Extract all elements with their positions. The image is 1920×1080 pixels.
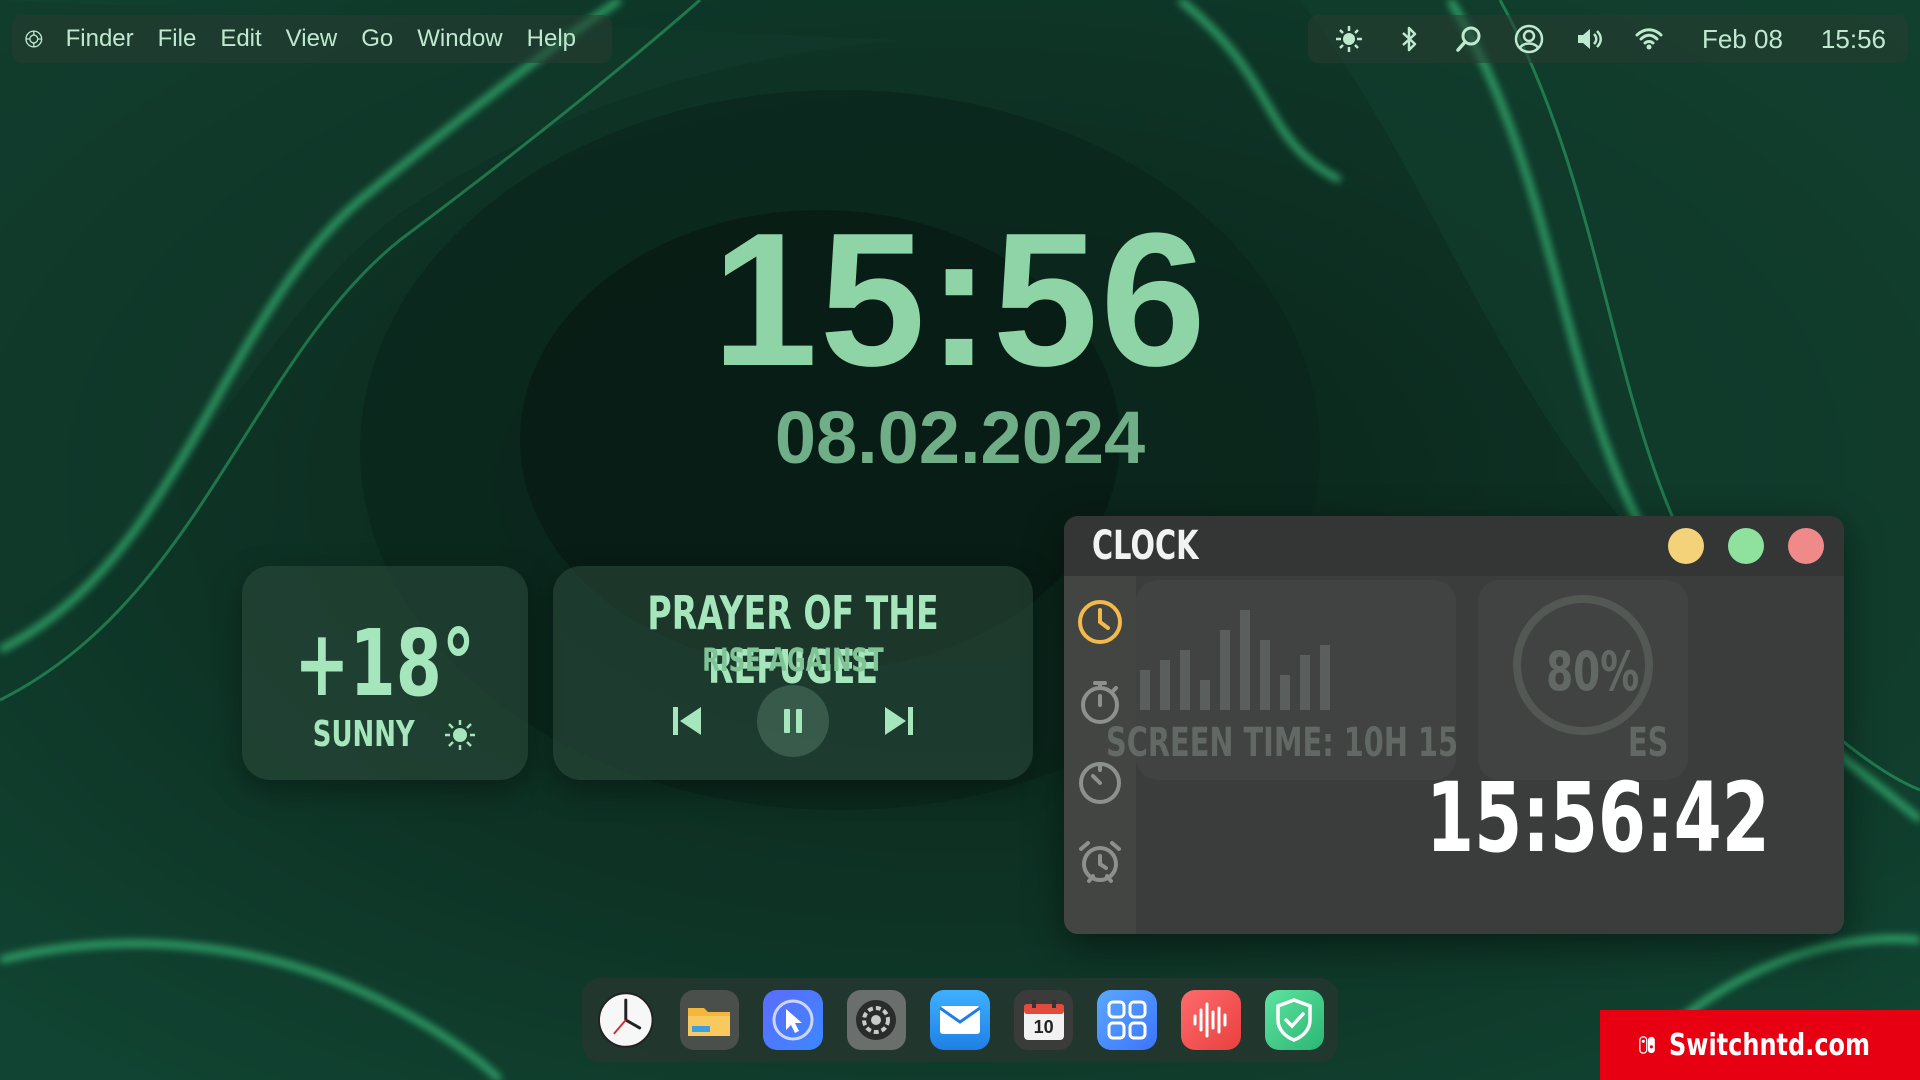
music-player-widget: PRAYER OF THE REFUGEE RISE AGAINST bbox=[553, 566, 1033, 780]
calendar-day: 10 bbox=[1033, 1016, 1054, 1037]
apps-grid-icon[interactable] bbox=[1097, 990, 1157, 1050]
bluetooth-icon[interactable] bbox=[1394, 24, 1424, 54]
skip-forward-icon bbox=[885, 707, 913, 735]
wifi-icon[interactable] bbox=[1634, 24, 1664, 54]
menubar-date[interactable]: Feb 08 bbox=[1702, 24, 1783, 55]
menubar-time[interactable]: 15:56 bbox=[1821, 24, 1886, 55]
volume-icon[interactable] bbox=[1574, 24, 1604, 54]
pause-button[interactable] bbox=[757, 685, 829, 757]
menu-file[interactable]: File bbox=[158, 25, 197, 53]
screen-time-ghost-text: SCREEN TIME: 10H 15 bbox=[1106, 720, 1459, 766]
settings-app-icon[interactable] bbox=[846, 990, 907, 1050]
clock-window-time: 15:56:42 bbox=[1426, 762, 1770, 874]
close-button[interactable] bbox=[1788, 528, 1824, 564]
menu-go[interactable]: Go bbox=[361, 25, 393, 53]
weather-condition: SUNNY bbox=[313, 714, 415, 755]
minimize-button[interactable] bbox=[1668, 528, 1704, 564]
mail-app-icon[interactable] bbox=[930, 990, 990, 1050]
dock: 10 bbox=[582, 978, 1338, 1062]
maximize-button[interactable] bbox=[1728, 528, 1764, 564]
sun-icon bbox=[444, 719, 475, 750]
skip-back-icon bbox=[673, 707, 701, 735]
clock-window-titlebar[interactable]: CLOCK bbox=[1064, 516, 1844, 576]
weather-temperature: +18° bbox=[294, 610, 476, 717]
desktop-clock-date: 08.02.2024 bbox=[774, 396, 1146, 479]
switch-logo-icon bbox=[1639, 1036, 1655, 1054]
menubar-right: Feb 08 15:56 bbox=[1308, 15, 1908, 63]
browser-app-icon[interactable] bbox=[763, 990, 823, 1050]
menu-finder[interactable]: Finder bbox=[66, 25, 134, 53]
voice-memo-icon[interactable] bbox=[1180, 990, 1241, 1050]
clock-app-icon[interactable] bbox=[596, 990, 656, 1050]
clock-window: CLOCK SCREEN TIME: 10H 15 80% ES 15:56:4… bbox=[1064, 516, 1844, 934]
battery-ghost-panel: 80% ES bbox=[1478, 580, 1688, 780]
weather-widget[interactable]: +18° SUNNY bbox=[242, 566, 528, 780]
user-icon[interactable] bbox=[1514, 24, 1544, 54]
screen-time-ghost-panel: SCREEN TIME: 10H 15 bbox=[1106, 580, 1458, 780]
clock-window-title: CLOCK bbox=[1092, 523, 1199, 569]
alarm-icon[interactable] bbox=[1074, 836, 1126, 888]
brightness-icon[interactable] bbox=[1334, 24, 1364, 54]
security-app-icon[interactable] bbox=[1264, 990, 1325, 1050]
watermark-text: Switchntd.com bbox=[1668, 1027, 1870, 1063]
menu-edit[interactable]: Edit bbox=[220, 25, 261, 53]
desktop-clock-time: 15:56 bbox=[712, 194, 1208, 406]
track-artist: RISE AGAINST bbox=[702, 641, 884, 679]
search-icon[interactable] bbox=[1454, 24, 1484, 54]
watermark: Switchntd.com bbox=[1600, 1010, 1920, 1080]
calendar-app-icon[interactable]: 10 bbox=[1013, 990, 1074, 1050]
ghost-suffix: ES bbox=[1628, 720, 1669, 766]
menu-view[interactable]: View bbox=[286, 25, 338, 53]
system-logo-icon[interactable] bbox=[24, 24, 44, 54]
clock-icon[interactable] bbox=[1074, 596, 1126, 648]
menu-window[interactable]: Window bbox=[417, 25, 502, 53]
bar-graph-ghost bbox=[1140, 610, 1330, 710]
clock-content: SCREEN TIME: 10H 15 80% ES 15:56:42 bbox=[1106, 576, 1844, 934]
previous-track-button[interactable] bbox=[657, 691, 717, 751]
files-app-icon[interactable] bbox=[679, 990, 740, 1050]
menubar-left: Finder File Edit View Go Window Help bbox=[12, 15, 612, 63]
next-track-button[interactable] bbox=[869, 691, 929, 751]
menu-help[interactable]: Help bbox=[527, 25, 576, 53]
pause-icon bbox=[784, 709, 802, 733]
battery-ghost-pct: 80% bbox=[1546, 640, 1640, 703]
